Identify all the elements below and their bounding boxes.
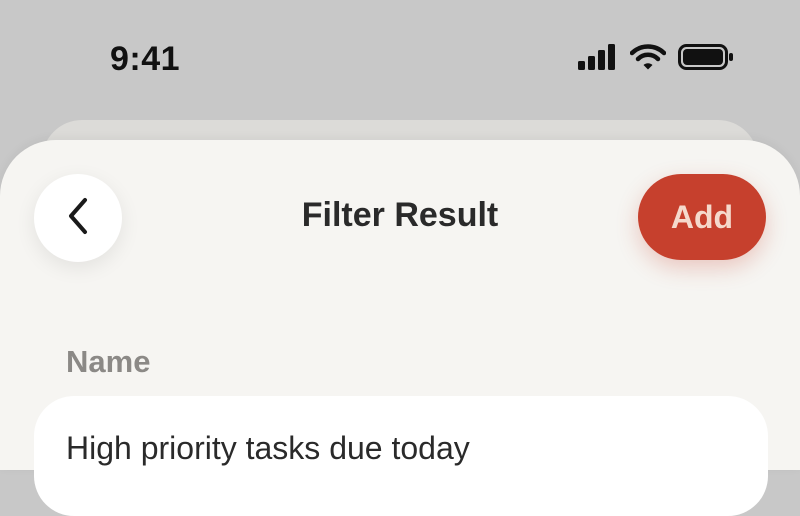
name-field-value: High priority tasks due today — [66, 430, 470, 466]
battery-icon — [678, 44, 734, 75]
cellular-signal-icon — [578, 44, 618, 75]
filter-result-sheet: Filter Result Add Name High priority tas… — [0, 140, 800, 516]
name-label: Name — [66, 344, 151, 379]
status-time: 9:41 — [110, 40, 181, 78]
name-field[interactable]: High priority tasks due today — [34, 396, 768, 516]
status-bar: 9:41 — [0, 0, 800, 120]
wifi-icon — [629, 44, 667, 75]
status-icons — [578, 44, 734, 75]
add-button[interactable]: Add — [638, 174, 766, 260]
